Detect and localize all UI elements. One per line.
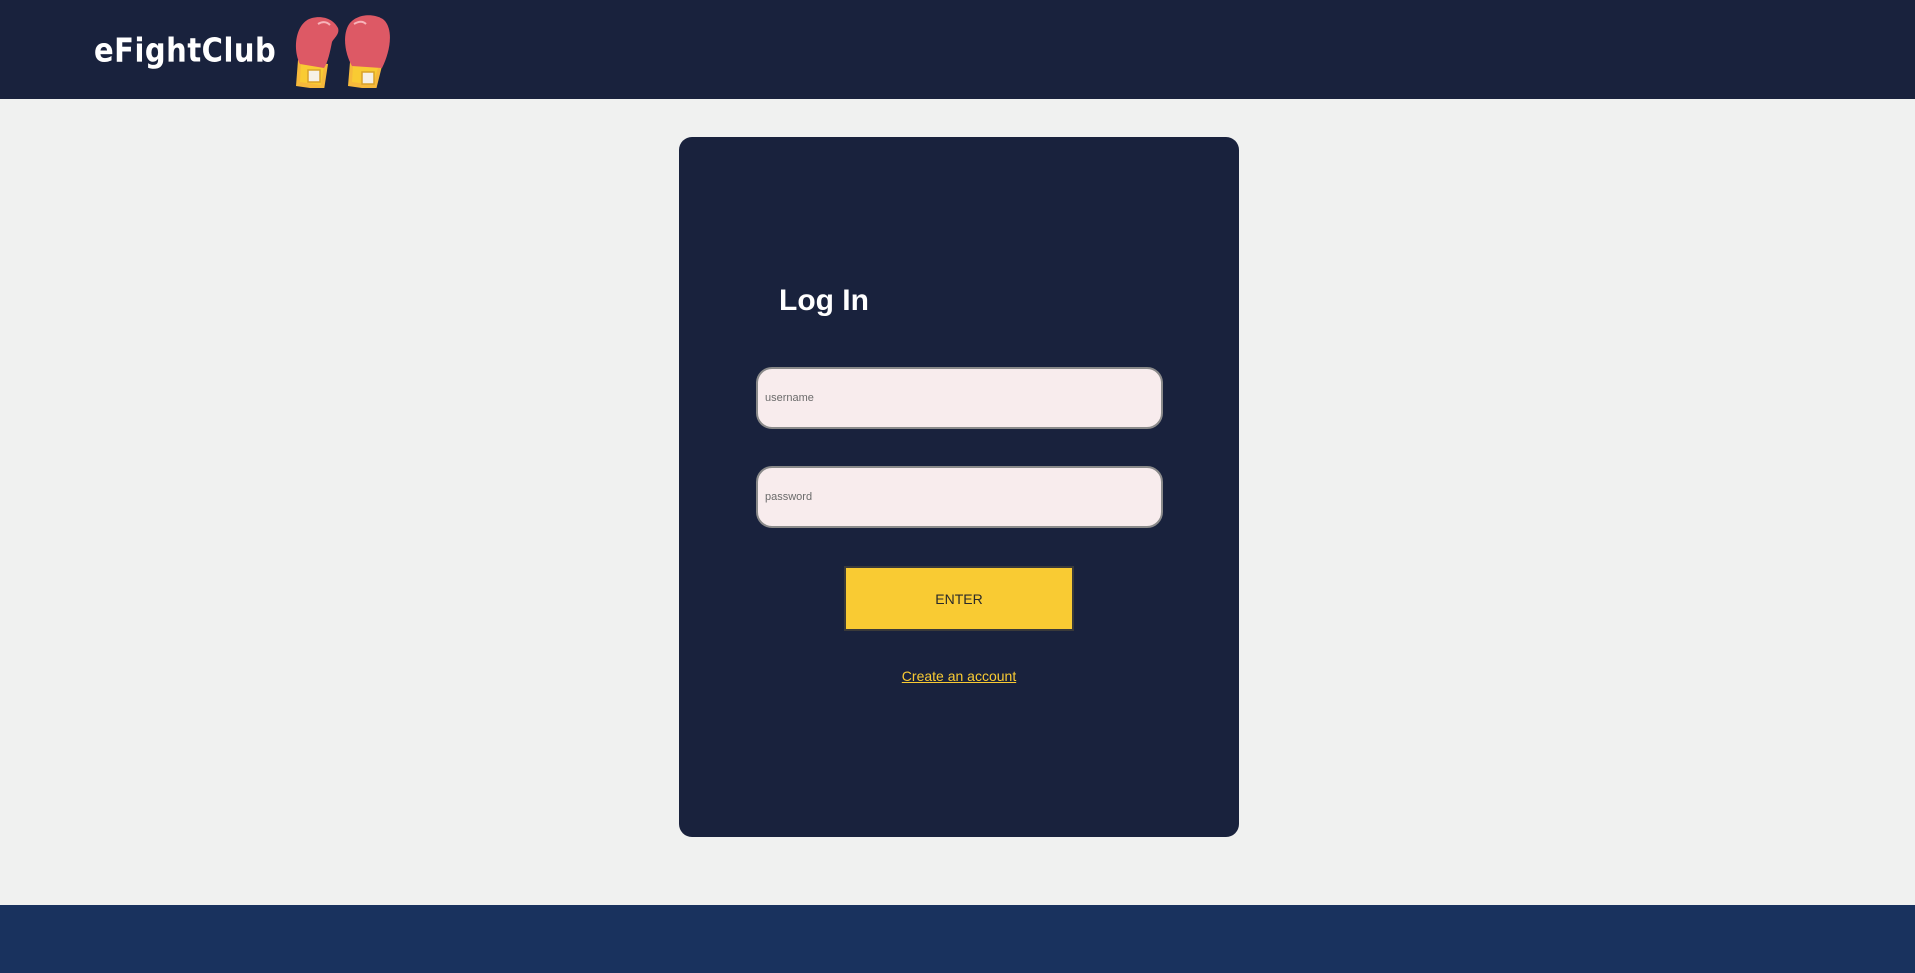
username-input[interactable]	[756, 367, 1163, 429]
brand-name: eFightClub	[94, 30, 277, 70]
password-input[interactable]	[756, 466, 1163, 528]
boxing-gloves-icon	[296, 15, 391, 88]
brand-logo[interactable]: eFightClub	[94, 12, 394, 88]
page-footer	[0, 905, 1915, 973]
login-title: Log In	[779, 284, 869, 317]
top-navbar: eFightClub	[0, 0, 1915, 99]
enter-button[interactable]: ENTER	[844, 566, 1074, 631]
login-card: Log In ENTER Create an account	[679, 137, 1239, 837]
create-account-link[interactable]: Create an account	[679, 668, 1239, 684]
